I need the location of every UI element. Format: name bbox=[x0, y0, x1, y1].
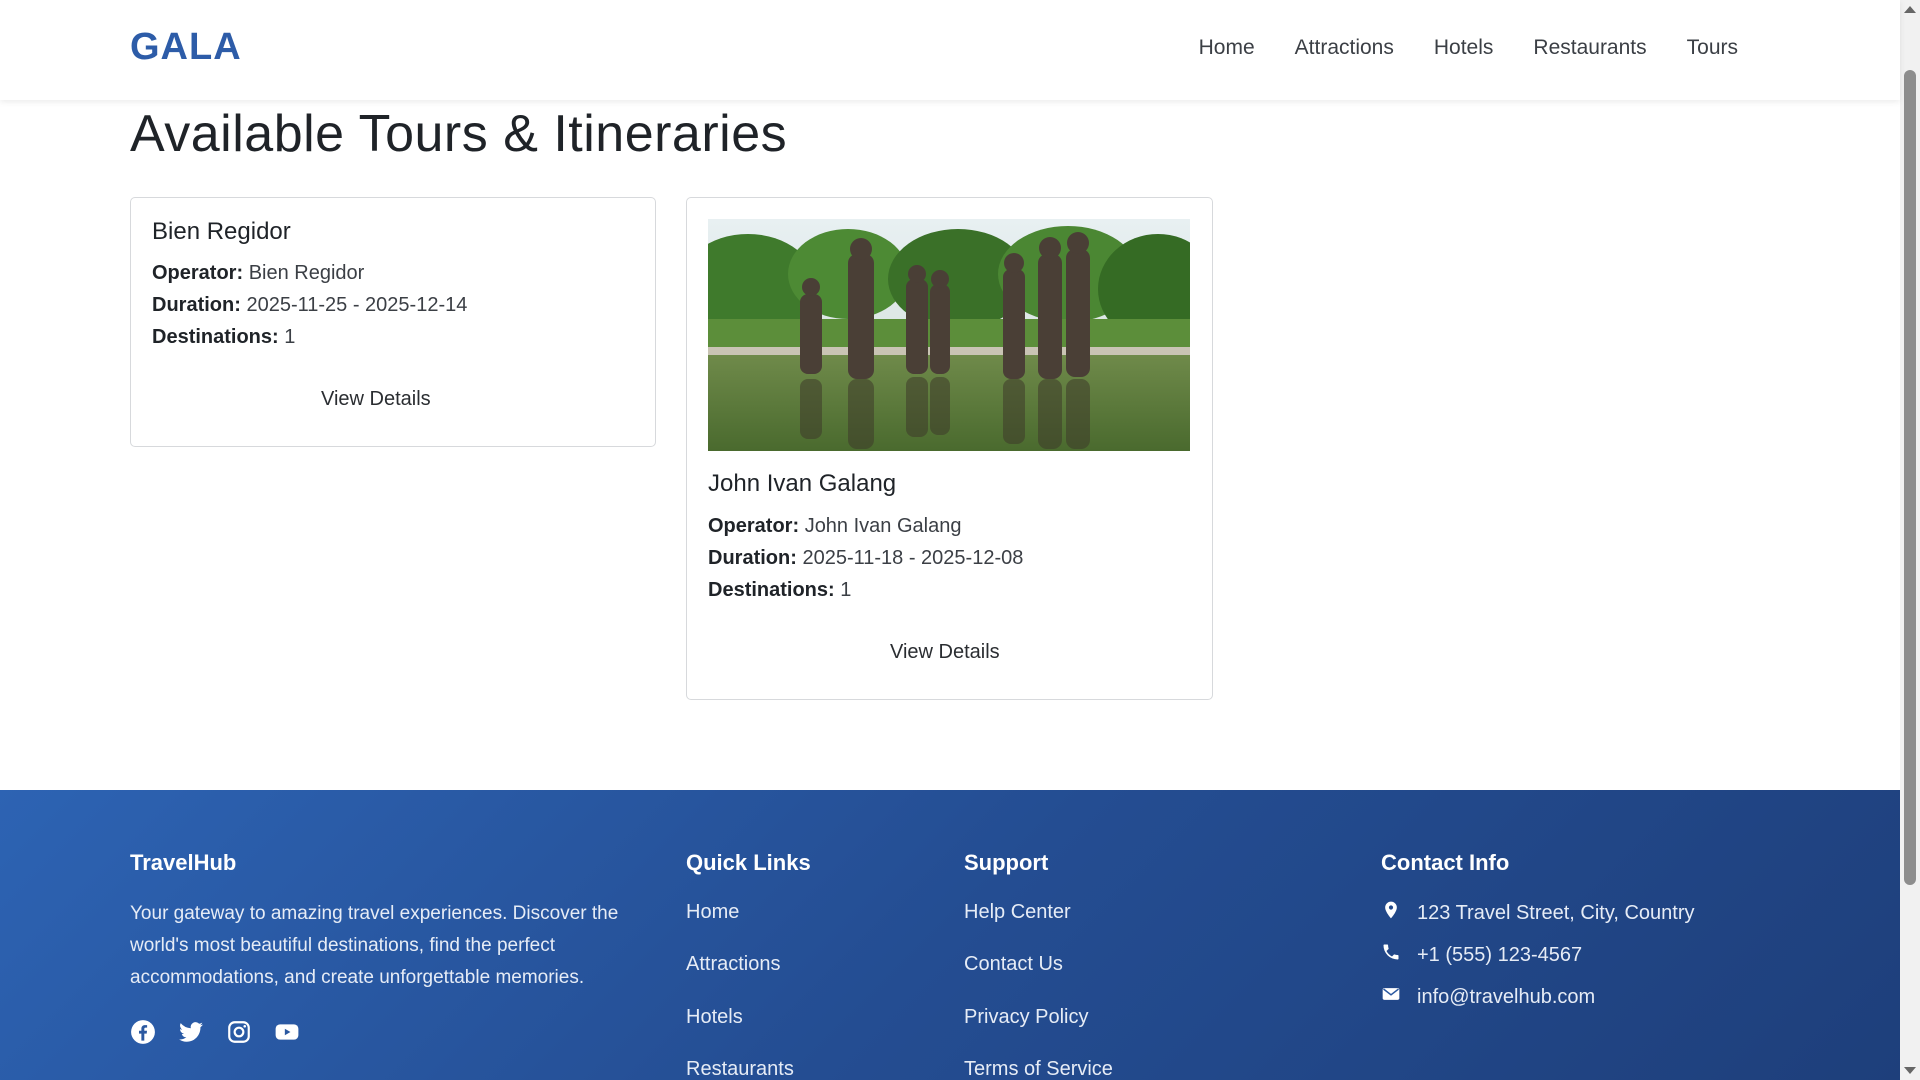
duration-value: 2025-11-18 - 2025-12-08 bbox=[802, 547, 1024, 569]
footer: TravelHub Your gateway to amazing travel… bbox=[0, 790, 1900, 1080]
duration-label: Duration: bbox=[708, 547, 797, 569]
navbar: GALA Home Attractions Hotels Restaurants… bbox=[0, 0, 1900, 100]
facebook-icon[interactable] bbox=[130, 1019, 156, 1045]
tour-card: Bien Regidor Operator: Bien Regidor Dura… bbox=[130, 197, 656, 447]
map-pin-icon bbox=[1381, 900, 1401, 926]
contact-email: info@travelhub.com bbox=[1381, 984, 1595, 1010]
destinations-value: 1 bbox=[284, 326, 296, 348]
destinations-label: Destinations: bbox=[708, 579, 835, 601]
brand-logo[interactable]: GALA bbox=[130, 26, 242, 69]
tour-photo bbox=[708, 219, 1190, 451]
tour-operator: Operator: Bien Regidor bbox=[152, 262, 364, 285]
quick-links-title: Quick Links bbox=[686, 850, 811, 875]
tour-card: John Ivan Galang Operator: John Ivan Gal… bbox=[686, 197, 1213, 700]
contact-address: 123 Travel Street, City, Country bbox=[1381, 900, 1695, 926]
duration-value: 2025-11-25 - 2025-12-14 bbox=[246, 294, 468, 316]
nav-hotels[interactable]: Hotels bbox=[1434, 36, 1494, 60]
phone-icon bbox=[1381, 942, 1401, 968]
footer-link-privacy-policy[interactable]: Privacy Policy bbox=[964, 1006, 1088, 1029]
nav-home[interactable]: Home bbox=[1199, 36, 1255, 60]
footer-link-contact-us[interactable]: Contact Us bbox=[964, 953, 1063, 976]
tour-operator: Operator: John Ivan Galang bbox=[708, 515, 961, 538]
footer-link-restaurants[interactable]: Restaurants bbox=[686, 1058, 794, 1080]
envelope-icon bbox=[1381, 984, 1401, 1010]
footer-link-help-center[interactable]: Help Center bbox=[964, 901, 1071, 924]
view-details-button[interactable]: View Details bbox=[321, 388, 431, 411]
scroll-up-arrow[interactable] bbox=[1904, 6, 1916, 13]
tour-destinations: Destinations: 1 bbox=[152, 326, 295, 349]
tour-duration: Duration: 2025-11-25 - 2025-12-14 bbox=[152, 294, 467, 317]
nav-tours[interactable]: Tours bbox=[1687, 36, 1738, 60]
instagram-icon[interactable] bbox=[226, 1019, 252, 1045]
operator-label: Operator: bbox=[152, 262, 244, 284]
footer-link-hotels[interactable]: Hotels bbox=[686, 1006, 743, 1029]
footer-about-text: Your gateway to amazing travel experienc… bbox=[130, 903, 619, 988]
tour-name: Bien Regidor bbox=[152, 218, 291, 245]
tour-image[interactable] bbox=[708, 219, 1190, 451]
duration-label: Duration: bbox=[152, 294, 241, 316]
operator-label: Operator: bbox=[708, 515, 800, 537]
support-title: Support bbox=[964, 850, 1049, 875]
social-links bbox=[130, 1019, 300, 1045]
view-details-button[interactable]: View Details bbox=[890, 641, 1000, 664]
operator-value: Bien Regidor bbox=[248, 262, 365, 284]
destinations-value: 1 bbox=[840, 579, 852, 601]
nav-restaurants[interactable]: Restaurants bbox=[1533, 36, 1646, 60]
nav-links: Home Attractions Hotels Restaurants Tour… bbox=[1199, 36, 1738, 60]
scroll-down-arrow[interactable] bbox=[1904, 1067, 1916, 1074]
youtube-icon[interactable] bbox=[274, 1019, 300, 1045]
footer-link-home[interactable]: Home bbox=[686, 901, 739, 924]
tour-duration: Duration: 2025-11-18 - 2025-12-08 bbox=[708, 547, 1023, 570]
contact-phone-text: +1 (555) 123-4567 bbox=[1417, 943, 1583, 966]
contact-title: Contact Info bbox=[1381, 850, 1510, 875]
scrollbar[interactable] bbox=[1900, 0, 1920, 1080]
tour-destinations: Destinations: 1 bbox=[708, 579, 851, 602]
operator-value: John Ivan Galang bbox=[804, 515, 962, 537]
nav-attractions[interactable]: Attractions bbox=[1295, 36, 1394, 60]
tour-name: John Ivan Galang bbox=[708, 470, 897, 497]
contact-phone: +1 (555) 123-4567 bbox=[1381, 942, 1582, 968]
footer-link-terms-of-service[interactable]: Terms of Service bbox=[964, 1058, 1113, 1080]
footer-about-title: TravelHub bbox=[130, 850, 237, 875]
scroll-thumb[interactable] bbox=[1904, 70, 1916, 885]
contact-address-text: 123 Travel Street, City, Country bbox=[1417, 901, 1695, 924]
page-title: Available Tours & Itineraries bbox=[130, 105, 788, 163]
destinations-label: Destinations: bbox=[152, 326, 279, 348]
footer-link-attractions[interactable]: Attractions bbox=[686, 953, 780, 976]
twitter-icon[interactable] bbox=[178, 1019, 204, 1045]
contact-email-text: info@travelhub.com bbox=[1417, 985, 1596, 1008]
